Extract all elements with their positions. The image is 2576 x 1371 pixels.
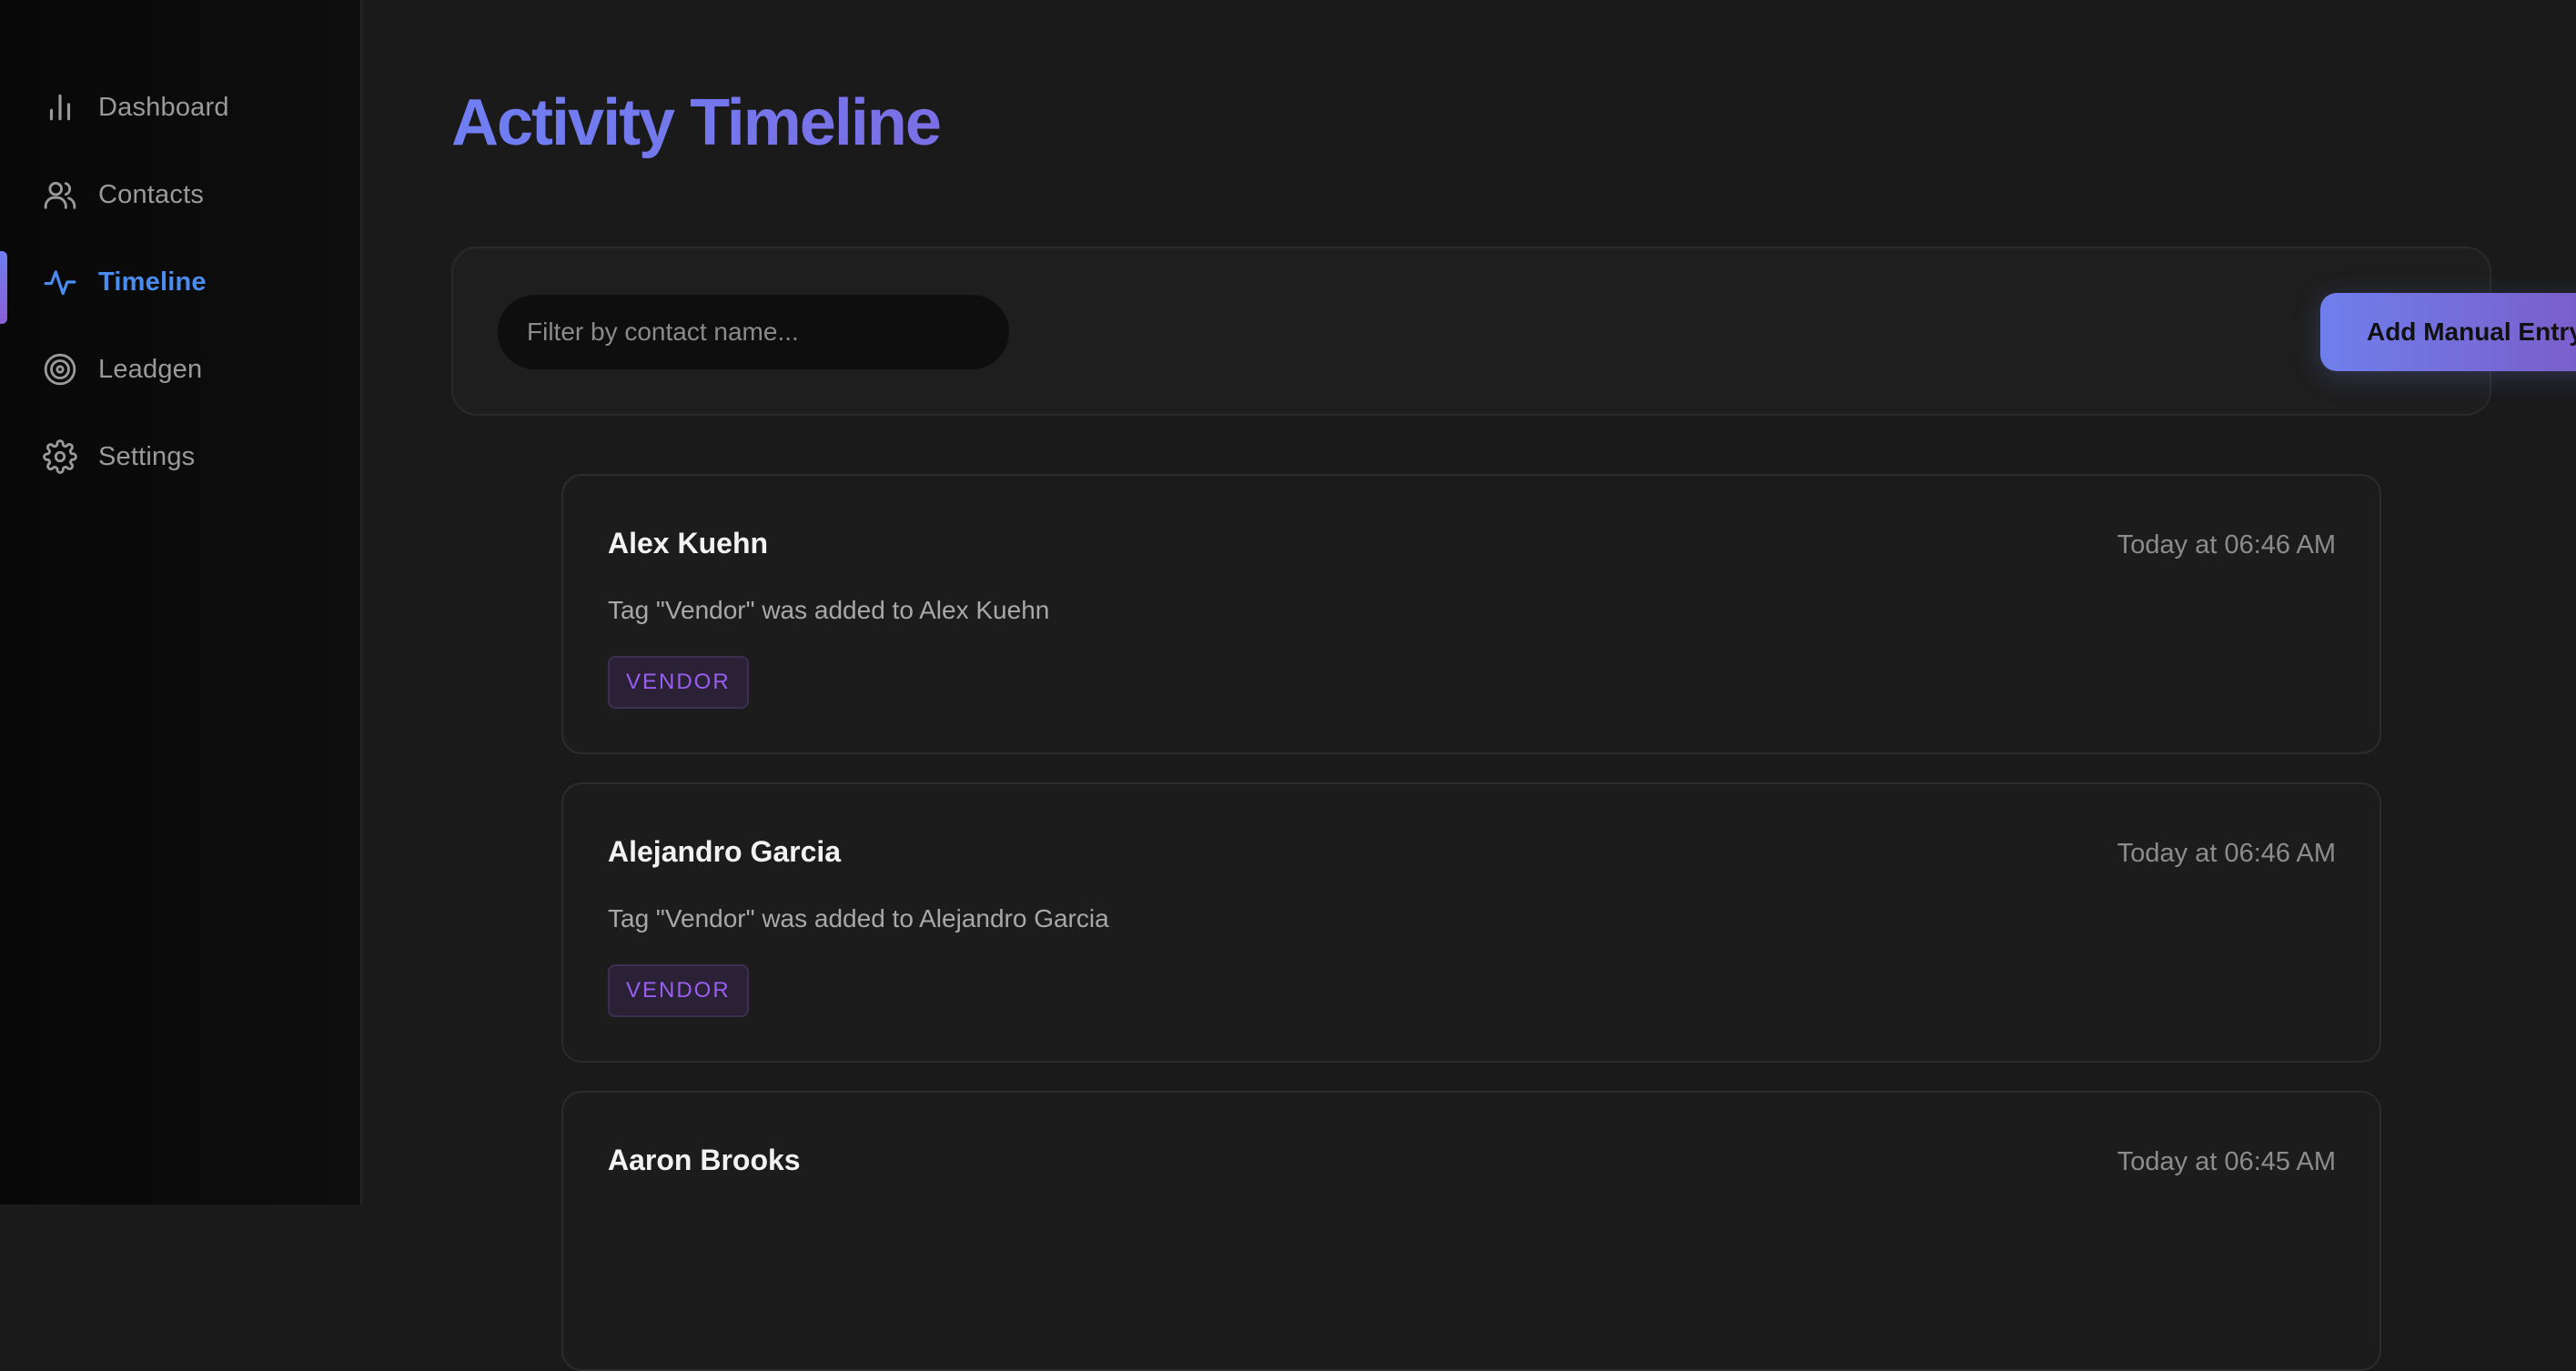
sidebar-item-label: Timeline (98, 267, 207, 297)
sidebar-item-timeline[interactable]: Timeline (0, 238, 360, 326)
sidebar-item-settings[interactable]: Settings (0, 413, 360, 500)
entry-contact-name: Aaron Brooks (608, 1144, 801, 1176)
entry-contact-name: Alejandro Garcia (608, 835, 842, 868)
entry-description: Tag "Vendor" was added to Alex Kuehn (608, 596, 1050, 624)
sidebar: Dashboard Contacts Timeline Leadgen Sett… (0, 0, 362, 1205)
sidebar-item-contacts[interactable]: Contacts (0, 151, 360, 238)
timeline-entry[interactable]: Alejandro Garcia Today at 06:46 AM Tag "… (561, 782, 2381, 1063)
entry-timestamp: Today at 06:46 AM (2116, 839, 2336, 868)
contact-filter-input[interactable] (498, 295, 1009, 369)
target-icon (42, 351, 78, 388)
tag-badge: VENDOR (608, 964, 749, 1017)
users-icon (42, 176, 78, 213)
toolbar: Add Manual Entry (451, 247, 2576, 416)
timeline-entry[interactable]: Alex Kuehn Today at 06:46 AM Tag "Vendor… (561, 474, 2381, 754)
timeline-entry[interactable]: Aaron Brooks Today at 06:45 AM (561, 1091, 2381, 1371)
gear-icon (42, 439, 78, 475)
sidebar-item-label: Contacts (98, 179, 205, 209)
sidebar-item-label: Leadgen (98, 354, 203, 384)
tag-badge: VENDOR (608, 656, 749, 709)
entry-description: Tag "Vendor" was added to Alejandro Garc… (608, 904, 1109, 932)
sidebar-item-label: Settings (98, 441, 196, 471)
entry-timestamp: Today at 06:45 AM (2116, 1147, 2336, 1176)
bar-chart-icon (42, 89, 78, 126)
entry-contact-name: Alex Kuehn (608, 527, 769, 559)
add-manual-entry-button[interactable]: Add Manual Entry (2320, 293, 2576, 371)
activity-icon (42, 264, 78, 300)
page-title: Activity Timeline (451, 86, 942, 159)
sidebar-item-leadgen[interactable]: Leadgen (0, 326, 360, 413)
entry-timestamp: Today at 06:46 AM (2116, 530, 2336, 559)
sidebar-item-dashboard[interactable]: Dashboard (0, 64, 360, 151)
active-indicator (0, 251, 7, 324)
app-root: Dashboard Contacts Timeline Leadgen Sett… (0, 0, 2576, 1371)
sidebar-item-label: Dashboard (98, 92, 229, 122)
